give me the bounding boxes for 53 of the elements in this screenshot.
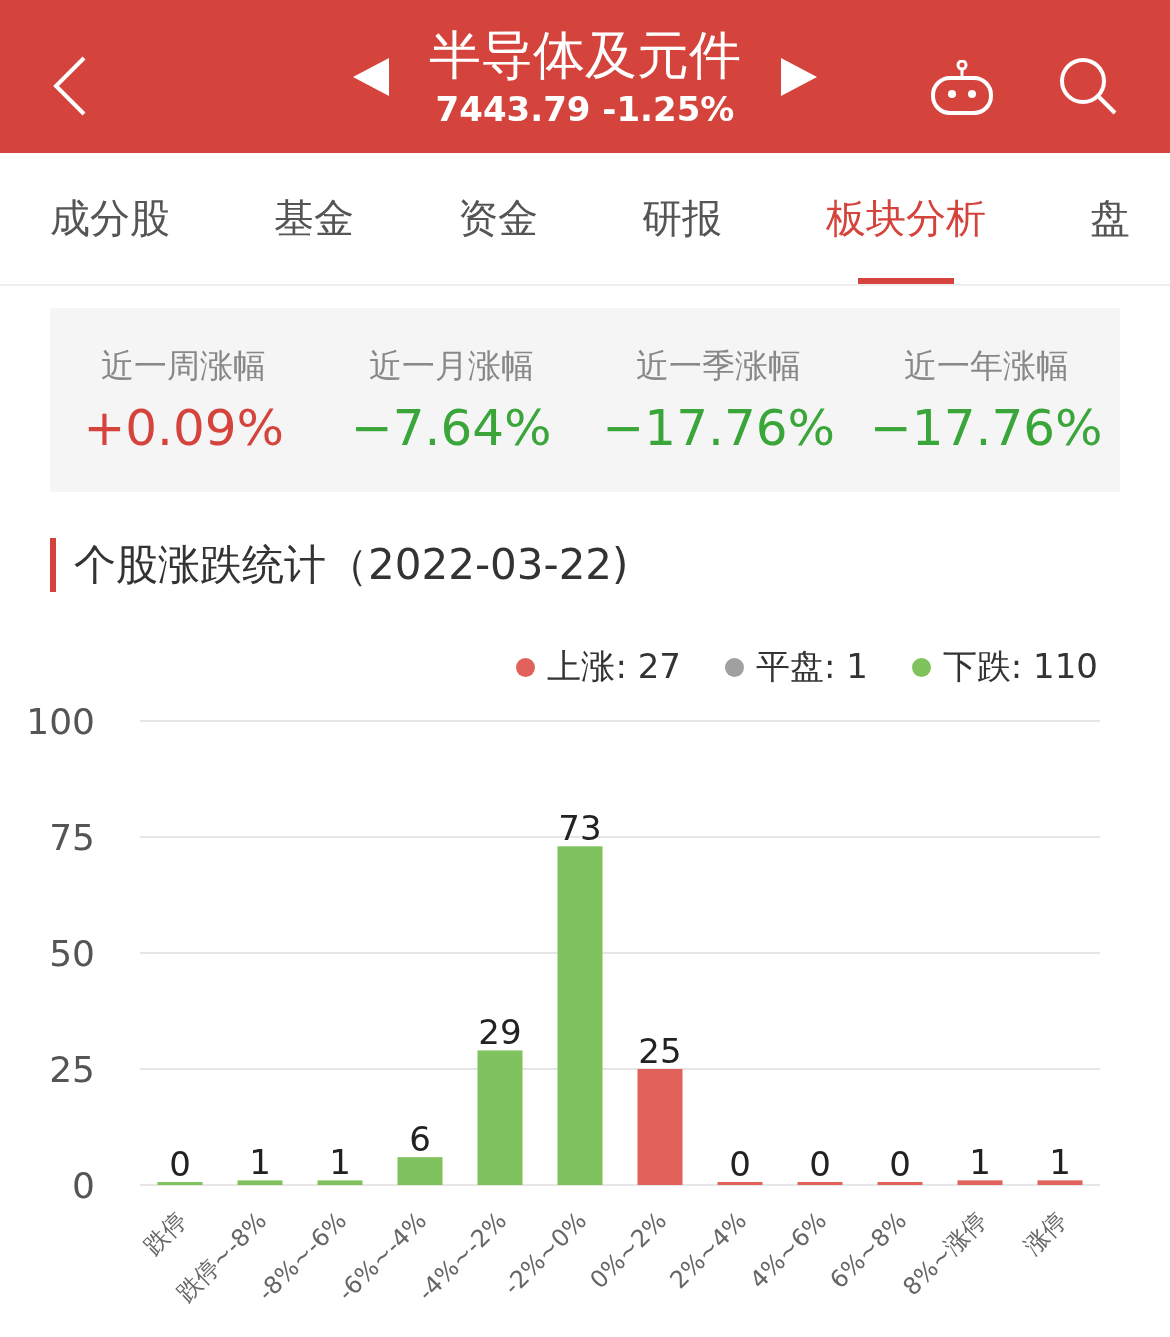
tab[interactable]: 盘 — [1090, 153, 1130, 284]
tab[interactable]: 资金 — [458, 153, 538, 284]
y-tick-label: 50 — [49, 933, 95, 974]
bar — [1037, 1180, 1083, 1185]
y-tick-label: 25 — [49, 1049, 95, 1090]
bar-value-label: 1 — [249, 1142, 271, 1183]
bar — [797, 1182, 843, 1185]
robot-icon[interactable] — [930, 60, 994, 116]
bar-value-label: 25 — [638, 1031, 682, 1071]
previous-icon[interactable] — [353, 57, 389, 96]
bar-value-label: 1 — [1049, 1142, 1071, 1183]
bar — [237, 1180, 283, 1185]
bar — [317, 1180, 363, 1185]
bar — [397, 1157, 443, 1185]
x-tick-label: 跌停 — [138, 1206, 193, 1261]
bar-value-label: 0 — [809, 1144, 831, 1184]
tab[interactable]: 板块分析 — [826, 153, 986, 284]
x-tick-label: 涨停 — [1018, 1206, 1073, 1261]
y-tick-label: 75 — [49, 817, 95, 858]
bar — [877, 1182, 923, 1185]
window-title: 半导体及元件 — [429, 23, 741, 87]
performance-label: 近一季涨幅 — [636, 344, 802, 387]
legend-label: 上涨: 27 — [547, 645, 681, 688]
performance-value: −7.64% — [350, 398, 552, 457]
next-icon[interactable] — [781, 57, 817, 96]
bar-value-label: 73 — [558, 808, 602, 849]
bar — [157, 1182, 203, 1185]
bar-value-label: 1 — [329, 1142, 351, 1183]
search-icon[interactable] — [1058, 56, 1118, 116]
performance-label: 近一年涨幅 — [903, 344, 1069, 387]
section-title: 个股涨跌统计（2022-03-22) — [50, 538, 1170, 592]
y-tick-label: 0 — [72, 1165, 95, 1206]
y-tick-label: 100 — [26, 701, 95, 742]
performance-label: 近一周涨幅 — [101, 344, 267, 387]
back-icon[interactable] — [52, 56, 88, 116]
bar — [957, 1180, 1003, 1185]
performance-label: 近一月涨幅 — [368, 344, 534, 387]
performance-value: −17.76% — [869, 398, 1103, 457]
legend-label: 下跌: 110 — [942, 645, 1098, 688]
tab[interactable]: 研报 — [642, 153, 722, 284]
performance-value: +0.09% — [83, 398, 285, 457]
tab[interactable]: 成分股 — [50, 153, 170, 284]
bar-value-label: 0 — [729, 1144, 751, 1184]
index-quote: 7443.79 -1.25% — [435, 87, 735, 131]
bar-value-label: 29 — [478, 1012, 522, 1053]
bar-value-label: 0 — [169, 1144, 191, 1184]
bar-value-label: 1 — [969, 1142, 991, 1183]
bar-value-label: 0 — [889, 1144, 911, 1184]
tab[interactable]: 基金 — [274, 153, 354, 284]
bar — [717, 1182, 763, 1185]
bar-value-label: 6 — [409, 1119, 431, 1160]
performance-value: −17.76% — [602, 398, 835, 457]
legend-label: 平盘: 1 — [755, 645, 868, 688]
